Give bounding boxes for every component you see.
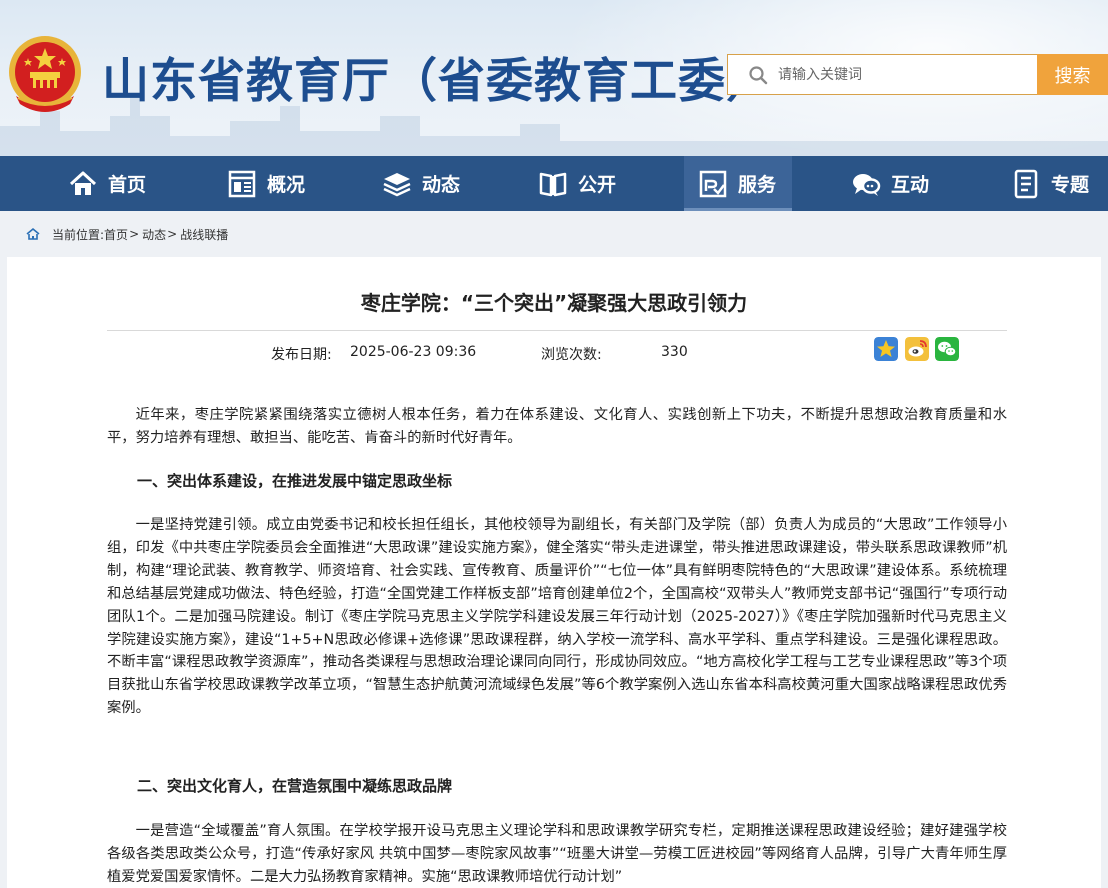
- nav-label: 首页: [108, 174, 147, 196]
- nav-label: 动态: [422, 174, 461, 196]
- nav-item-overview[interactable]: 概况: [227, 156, 305, 211]
- nav-label: 专题: [1051, 174, 1090, 196]
- nav-item-interact[interactable]: 互动: [851, 156, 929, 211]
- site-title: 山东省教育厅（省委教育工委）: [102, 54, 774, 109]
- section-heading: 二、突出文化育人，在营造氛围中凝练思政品牌: [137, 777, 453, 795]
- search-button[interactable]: 搜索: [1037, 54, 1108, 95]
- title-divider: [107, 330, 1007, 331]
- article-title: 枣庄学院：“三个突出”凝聚强大思政引领力: [360, 291, 748, 315]
- nav-item-home[interactable]: 首页: [68, 156, 146, 211]
- home-icon: [26, 227, 40, 240]
- search-icon: [749, 66, 768, 85]
- nav-label: 概况: [267, 174, 306, 196]
- nav-label: 服务: [738, 174, 777, 196]
- search-input[interactable]: [778, 55, 1028, 94]
- publish-date-label: 发布日期:: [271, 347, 332, 363]
- breadcrumb-sep: >: [129, 227, 140, 241]
- topic-icon: [1014, 169, 1038, 198]
- breadcrumb-prefix: 当前位置:: [52, 227, 105, 242]
- section-2-body: 一是营造“全域覆盖”育人氛围。在学校学报开设马克思主义理论学科和思政课教学研究专…: [107, 820, 1007, 888]
- paragraph: 近年来，枣庄学院紧紧围绕落实立德树人根本任务，着力在体系建设、文化育人、实践创新…: [107, 407, 1007, 446]
- paragraph: 一是坚持党建引领。成立由党委书记和校长担任组长，其他校领导为副组长，有关部门及学…: [107, 517, 1007, 717]
- views-label: 浏览次数:: [541, 347, 602, 363]
- main-nav: 首页 概况 动态 公开 服务 互动 专题: [0, 156, 1108, 211]
- publish-date: 2025-06-23 09:36: [350, 344, 477, 360]
- section-2: 二、突出文化育人，在营造氛围中凝练思政品牌: [107, 775, 1007, 798]
- nav-item-topic[interactable]: 专题: [1011, 156, 1089, 211]
- search-box: [727, 54, 1037, 95]
- section-1: 一、突出体系建设，在推进发展中锚定思政坐标: [107, 470, 1007, 493]
- views-count: 330: [661, 344, 688, 360]
- weibo-icon[interactable]: [905, 337, 929, 361]
- nav-label: 公开: [578, 174, 617, 196]
- service-icon: [699, 170, 727, 197]
- open-book-icon: [539, 172, 567, 196]
- news-stack-icon: [383, 172, 411, 196]
- breadcrumb-channel-link[interactable]: 战线联播: [180, 226, 228, 243]
- article-intro: 近年来，枣庄学院紧紧围绕落实立德树人根本任务，着力在体系建设、文化育人、实践创新…: [107, 404, 1007, 450]
- site-header: 山东省教育厅（省委教育工委） 搜索: [0, 0, 1108, 156]
- wechat-icon[interactable]: [935, 337, 959, 361]
- breadcrumb: 当前位置: 首页 > 动态 > 战线联播: [26, 224, 228, 244]
- breadcrumb-news-link[interactable]: 动态: [142, 226, 166, 243]
- paragraph: 一是营造“全域覆盖”育人氛围。在学校学报开设马克思主义理论学科和思政课教学研究专…: [107, 823, 1007, 885]
- national-emblem-icon: [9, 36, 81, 112]
- chat-icon: [853, 173, 881, 196]
- nav-item-news[interactable]: 动态: [382, 156, 460, 211]
- breadcrumb-home-link[interactable]: 首页: [104, 226, 128, 243]
- qzone-icon[interactable]: [874, 337, 898, 361]
- nav-item-service[interactable]: 服务: [684, 156, 792, 211]
- breadcrumb-sep: >: [167, 227, 178, 241]
- nav-item-open[interactable]: 公开: [538, 156, 616, 211]
- section-heading: 一、突出体系建设，在推进发展中锚定思政坐标: [137, 472, 453, 490]
- section-1-body: 一是坚持党建引领。成立由党委书记和校长担任组长，其他校领导为副组长，有关部门及学…: [107, 514, 1007, 720]
- nav-label: 互动: [891, 174, 930, 196]
- overview-icon: [228, 170, 256, 197]
- home-icon: [69, 171, 97, 195]
